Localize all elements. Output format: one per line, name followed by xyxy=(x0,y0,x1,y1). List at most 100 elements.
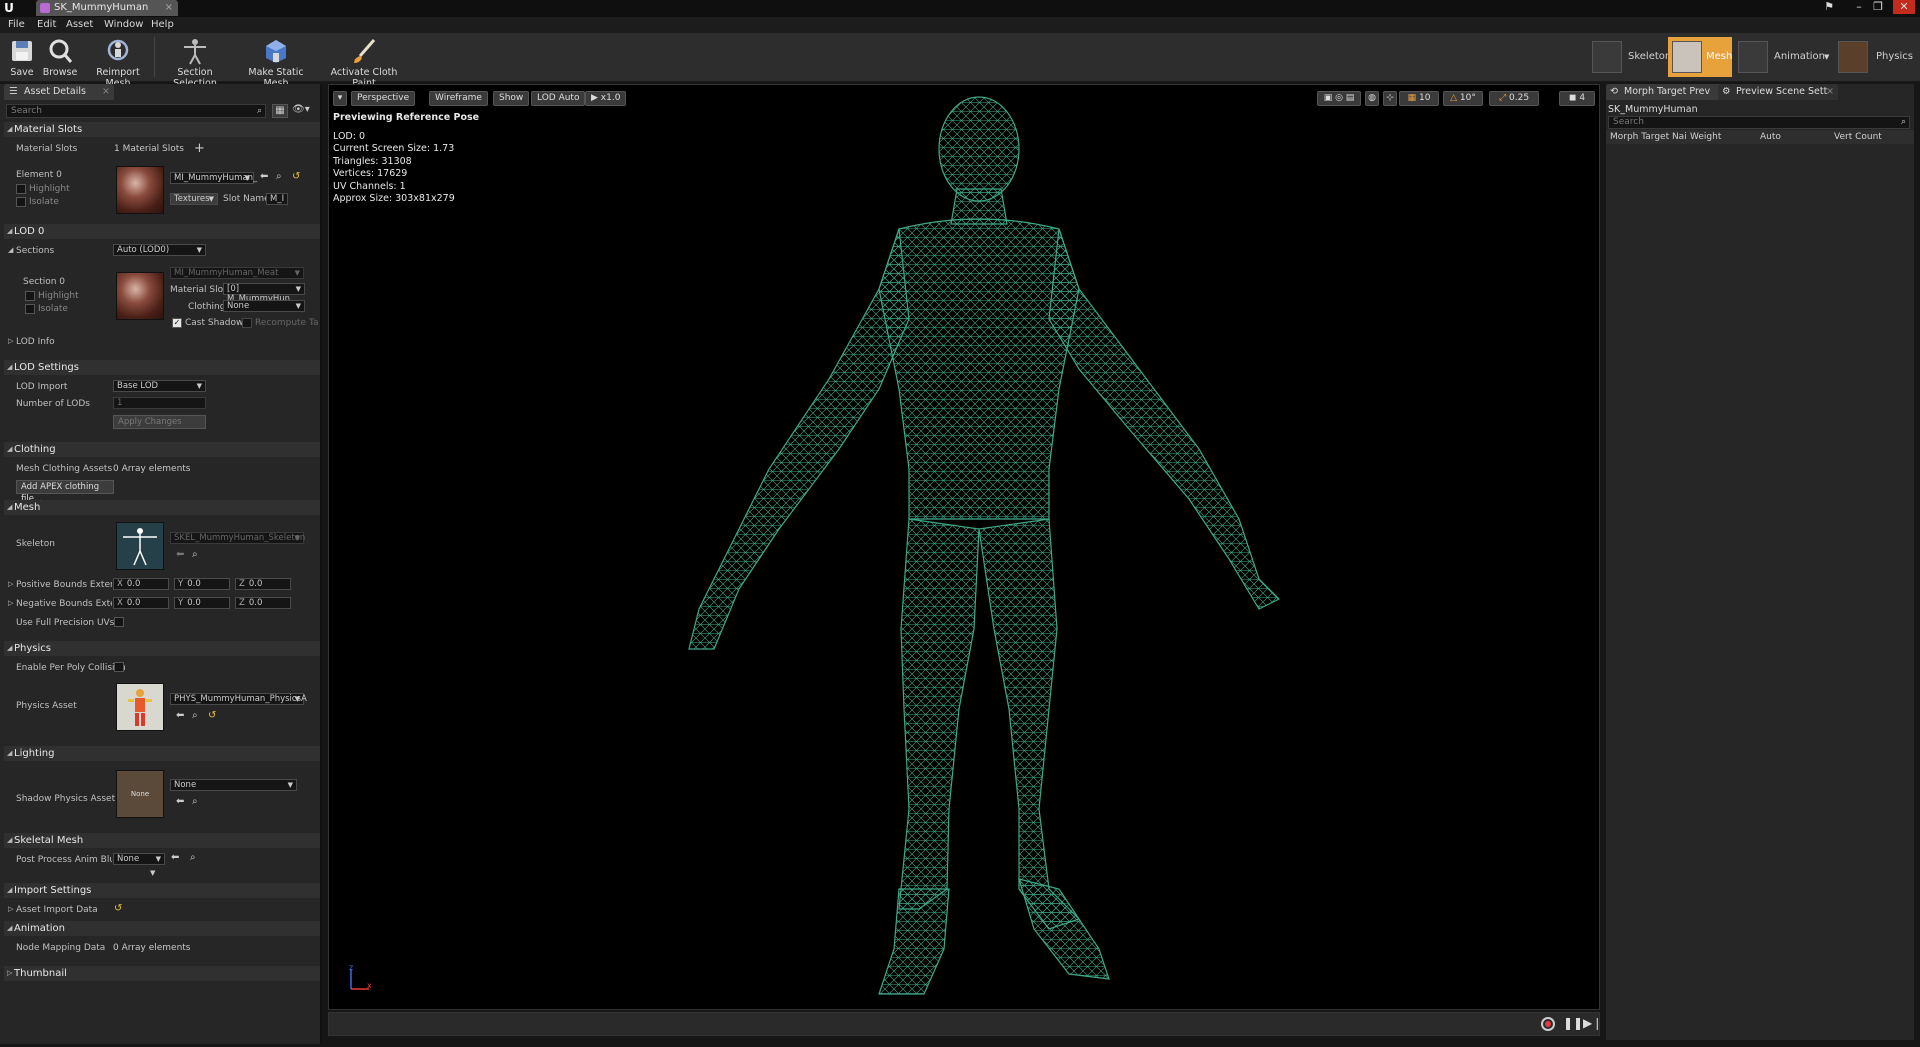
material-slot-dropdown[interactable]: [0] M_MummyHun ▼ xyxy=(223,283,305,304)
scale-snap-button[interactable]: ⤢ 0.25 xyxy=(1489,91,1539,106)
import-settings-header[interactable]: ◢ Import Settings xyxy=(4,883,320,898)
lod0-header[interactable]: ◢ LOD 0 xyxy=(4,224,320,239)
clothing-dropdown[interactable]: None ▼ xyxy=(223,300,305,312)
textures-dropdown[interactable]: Textures ▼ xyxy=(170,193,218,205)
maximize-button[interactable]: ❐ xyxy=(1869,0,1887,14)
lod-settings-header[interactable]: ◢ LOD Settings xyxy=(4,360,320,375)
material-slots-header[interactable]: ◢ Material Slots xyxy=(4,122,320,137)
timeline-bar[interactable]: ❚❚ ▶❘ xyxy=(328,1012,1602,1036)
animation-mode-button[interactable]: Animation ▼ xyxy=(1738,37,1830,77)
wireframe-button[interactable]: Wireframe xyxy=(429,91,488,106)
close-tab-icon[interactable]: × xyxy=(102,84,110,100)
browse-button[interactable]: Browse xyxy=(42,35,78,79)
lod-info-expand-icon[interactable]: ▷ xyxy=(8,337,13,345)
post-process-anim-select[interactable]: None ▼ xyxy=(113,853,165,865)
physics-mode-button[interactable]: Physics xyxy=(1838,37,1916,77)
highlight-checkbox[interactable] xyxy=(16,184,26,194)
browse-asset-icon[interactable]: ⌕ xyxy=(192,549,198,560)
close-window-button[interactable]: ✕ xyxy=(1893,0,1915,14)
clothing-header[interactable]: ◢ Clothing xyxy=(4,442,320,457)
viewport-options-button[interactable]: ▾ xyxy=(333,91,347,106)
animation-dropdown-icon[interactable]: ▼ xyxy=(1824,37,1829,77)
reset-icon[interactable]: ↺ xyxy=(208,710,216,721)
menu-help[interactable]: Help xyxy=(151,17,174,33)
shadow-physics-thumbnail[interactable]: None xyxy=(116,770,164,818)
material-select[interactable]: MI_MummyHuman_ ▼ xyxy=(170,172,257,184)
record-button[interactable] xyxy=(1541,1017,1555,1031)
column-vert-count[interactable]: Vert Count xyxy=(1834,132,1882,142)
full-precision-uvs-checkbox[interactable] xyxy=(114,617,124,627)
document-tab[interactable]: SK_MummyHuman × xyxy=(36,0,178,16)
use-selected-icon[interactable]: ⬅ xyxy=(176,710,184,721)
section-highlight-checkbox[interactable] xyxy=(25,291,35,301)
positive-bounds-y-input[interactable]: Y 0.0 xyxy=(174,578,230,590)
section-material-thumbnail[interactable] xyxy=(116,272,164,320)
neg-bounds-expand-icon[interactable]: ▷ xyxy=(8,599,13,607)
column-morph-target-name[interactable]: Morph Target Nai xyxy=(1610,132,1690,142)
animation-header[interactable]: ◢ Animation xyxy=(4,921,320,936)
negative-bounds-x-input[interactable]: X 0.0 xyxy=(113,597,169,609)
negative-bounds-z-input[interactable]: Z 0.0 xyxy=(235,597,291,609)
asset-import-expand-icon[interactable]: ▷ xyxy=(8,905,13,913)
mesh-header[interactable]: ◢ Mesh xyxy=(4,500,320,515)
per-poly-collision-checkbox[interactable] xyxy=(114,662,124,672)
close-tab-icon[interactable]: × xyxy=(165,0,173,16)
make-static-mesh-button[interactable]: Make Static Mesh xyxy=(238,35,314,89)
shadow-physics-select[interactable]: None ▼ xyxy=(170,779,297,791)
material-thumbnail[interactable] xyxy=(116,166,164,214)
mesh-mode-button[interactable]: Mesh xyxy=(1668,37,1732,77)
view-options-icon[interactable]: ▦ xyxy=(272,104,288,118)
browse-asset-icon[interactable]: ⌕ xyxy=(192,710,198,721)
reimport-mesh-button[interactable]: Reimport Mesh xyxy=(84,35,152,89)
details-search-input[interactable]: Search ⌕ xyxy=(6,104,266,118)
column-auto[interactable]: Auto xyxy=(1760,132,1781,142)
save-button[interactable]: Save xyxy=(4,35,40,79)
pause-button[interactable]: ❚❚ xyxy=(1563,1016,1583,1030)
browse-asset-icon[interactable]: ⌕ xyxy=(192,796,198,807)
lighting-header[interactable]: ◢ Lighting xyxy=(4,746,320,761)
menu-edit[interactable]: Edit xyxy=(37,17,56,33)
asset-details-tab[interactable]: ☰ Asset Details × xyxy=(4,84,114,100)
browse-asset-icon[interactable]: ⌕ xyxy=(190,852,196,863)
lod-auto-button[interactable]: LOD Auto xyxy=(531,91,586,106)
advanced-expand-icon[interactable]: ▼ xyxy=(150,869,155,877)
activate-cloth-paint-button[interactable]: Activate Cloth Paint xyxy=(320,35,408,89)
use-selected-icon[interactable]: ⬅ xyxy=(171,852,179,863)
preview-scene-settings-tab[interactable]: ⚙ Preview Scene Sett × xyxy=(1718,84,1838,100)
camera-speed-button[interactable]: ◼ 4 xyxy=(1559,91,1595,106)
pos-bounds-expand-icon[interactable]: ▷ xyxy=(8,580,13,588)
morph-target-preview-tab[interactable]: ⟲ Morph Target Prev xyxy=(1606,84,1724,100)
physics-asset-select[interactable]: PHYS_MummyHuman_PhysicsA ▼ xyxy=(170,693,307,705)
use-selected-icon[interactable]: ⬅ xyxy=(260,171,268,182)
positive-bounds-x-input[interactable]: X 0.0 xyxy=(113,578,169,590)
section-selection-button[interactable]: Section Selection xyxy=(158,35,232,89)
menu-window[interactable]: Window xyxy=(104,17,143,33)
close-tab-icon[interactable]: × xyxy=(1826,84,1834,100)
minimize-button[interactable]: – xyxy=(1850,0,1868,14)
physics-asset-thumbnail[interactable] xyxy=(116,683,164,731)
browse-asset-icon[interactable]: ⌕ xyxy=(276,171,282,182)
skeletal-mesh-header[interactable]: ◢ Skeletal Mesh xyxy=(4,833,320,848)
menu-file[interactable]: File xyxy=(8,17,25,33)
sections-expand-icon[interactable]: ◢ xyxy=(8,246,13,254)
perspective-button[interactable]: Perspective xyxy=(351,91,416,106)
positive-bounds-z-input[interactable]: Z 0.0 xyxy=(235,578,291,590)
viewport[interactable]: ▾ Perspective Wireframe Show LOD Auto ▶ … xyxy=(328,84,1600,1010)
physics-header[interactable]: ◢ Physics xyxy=(4,641,320,656)
unreal-logo-icon[interactable]: U xyxy=(2,1,16,16)
isolate-checkbox[interactable] xyxy=(16,197,26,207)
slot-name-input[interactable]: M_I xyxy=(266,193,288,205)
section-isolate-checkbox[interactable] xyxy=(25,304,35,314)
lod-import-dropdown[interactable]: Base LOD ▼ xyxy=(113,380,206,392)
add-material-slot-button[interactable]: + xyxy=(194,141,205,156)
sections-dropdown[interactable]: Auto (LOD0) ▼ xyxy=(113,244,206,256)
visibility-icon[interactable]: 👁▾ xyxy=(292,104,318,118)
add-apex-clothing-button[interactable]: Add APEX clothing file... xyxy=(16,480,114,504)
skeleton-thumbnail[interactable] xyxy=(116,522,164,570)
menu-asset[interactable]: Asset xyxy=(66,17,93,33)
use-selected-icon[interactable]: ⬅ xyxy=(176,796,184,807)
source-control-icon[interactable]: ⚑ xyxy=(1820,0,1838,14)
show-button[interactable]: Show xyxy=(493,91,530,106)
morph-search-input[interactable]: Search ⌕ xyxy=(1608,116,1910,129)
reset-icon[interactable]: ↺ xyxy=(114,903,122,914)
